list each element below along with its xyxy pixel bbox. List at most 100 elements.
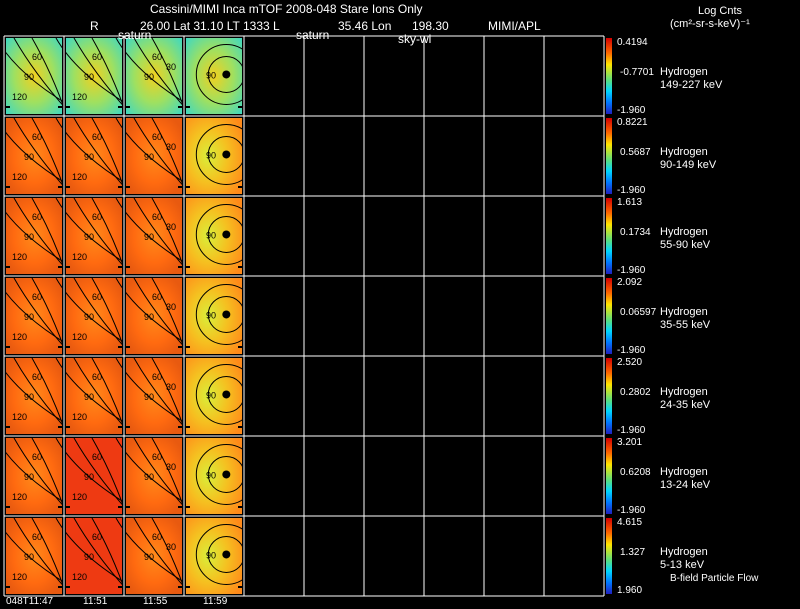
saturn-marker: [222, 390, 231, 399]
species-label: Hydrogen: [660, 546, 708, 558]
species-label: Hydrogen: [660, 226, 708, 238]
sky-image-tile: 60 90 120: [55, 37, 128, 117]
species-label: Hydrogen: [660, 146, 708, 158]
contour-label: 60: [32, 532, 42, 542]
saturn-marker: [222, 470, 231, 479]
sky-image-tile: 60 90 120: [55, 277, 128, 357]
contour-label: 120: [12, 572, 27, 582]
sky-image-tile: 60 90 120: [0, 197, 68, 277]
contour-label: 120: [12, 252, 27, 262]
contour-label: 60: [152, 52, 162, 62]
colorbar: [606, 118, 612, 194]
contour-label: 90: [24, 232, 34, 242]
contour-label: 120: [72, 252, 87, 262]
colorbar-mid: 1.327: [620, 547, 646, 558]
contour-label: 90: [206, 230, 216, 240]
subtitle-lon-value: 198.30: [412, 19, 449, 33]
colorbar-max: 1.613: [617, 197, 643, 208]
sky-image-tile: 60 90 120: [0, 277, 68, 357]
colorbar-min: -1.960: [617, 185, 646, 196]
colorbar-mid: 0.06597: [620, 307, 657, 318]
energy-label: 5-13 keV: [660, 559, 705, 571]
sky-image-tile: 60 90 30: [115, 437, 188, 517]
subtitle-coords: 26.00 Lat 31.10 LT 1333 L: [140, 19, 280, 33]
colorbar: [606, 358, 612, 434]
sky-image-tile: 60 90 30: [115, 37, 188, 117]
saturn-marker: [222, 150, 231, 159]
colorbar: [606, 518, 612, 594]
sky-image-tile: 90: [184, 198, 257, 274]
contour-label: 60: [92, 532, 102, 542]
contour-label: 60: [92, 372, 102, 382]
colorbar-mid: 0.6208: [620, 467, 651, 478]
contour-label: 60: [32, 452, 42, 462]
colorbar-mid: 0.1734: [620, 227, 651, 238]
contour-label: 120: [72, 412, 87, 422]
contour-label: 60: [32, 372, 42, 382]
colorbar: [606, 438, 612, 514]
sky-image-tile: 60 90 30: [115, 357, 188, 437]
contour-label: 90: [24, 392, 34, 402]
contour-label: 90: [144, 312, 154, 322]
subtitle-credit: MIMI/APL: [488, 19, 541, 33]
contour-label: 30: [166, 462, 176, 472]
contour-label: 90: [206, 310, 216, 320]
sky-image-tile: 90: [184, 358, 257, 434]
contour-label: 30: [166, 222, 176, 232]
contour-label: 120: [12, 492, 27, 502]
contour-label: 60: [152, 132, 162, 142]
footer-label: B-field Particle Flow: [670, 573, 759, 584]
contour-label: 90: [84, 232, 94, 242]
sky-image-tile: 60 90 30: [115, 197, 188, 277]
contour-label: 90: [144, 232, 154, 242]
sky-image-tile: 60 90 120: [0, 437, 68, 517]
species-label: Hydrogen: [660, 466, 708, 478]
energy-label: 55-90 keV: [660, 239, 711, 251]
contour-label: 60: [92, 52, 102, 62]
saturn-marker: [222, 310, 231, 319]
species-label: Hydrogen: [660, 306, 708, 318]
colorbar-units: (cm²-sr-s-keV)⁻¹: [670, 18, 750, 30]
colorbar-mid: 0.2802: [620, 387, 651, 398]
saturn-label: saturn: [118, 28, 152, 42]
subtitle-lon: 35.46 Lon: [338, 19, 392, 33]
colorbar-min: -1.960: [617, 265, 646, 276]
contour-label: 30: [166, 62, 176, 72]
colorbar-min: -1.960: [617, 345, 646, 356]
saturn-marker: [222, 70, 231, 79]
contour-label: 60: [152, 452, 162, 462]
saturn-label: saturn: [296, 28, 330, 42]
contour-label: 90: [24, 472, 34, 482]
contour-label: 120: [72, 92, 87, 102]
contour-label: 60: [92, 452, 102, 462]
contour-label: 90: [24, 552, 34, 562]
contour-label: 60: [152, 372, 162, 382]
contour-label: 120: [72, 172, 87, 182]
colorbar-max: 0.8221: [617, 117, 648, 128]
contour-label: 120: [72, 492, 87, 502]
contour-label: 90: [206, 150, 216, 160]
sky-image-tile: 60 90 120: [55, 117, 128, 197]
contour-label: 120: [72, 332, 87, 342]
sky-image-tile: 60 90 120: [55, 517, 128, 597]
colorbar-min: 1.960: [617, 585, 643, 596]
contour-label: 90: [206, 70, 216, 80]
contour-label: 120: [12, 92, 27, 102]
contour-label: 90: [24, 152, 34, 162]
colorbar-min: -1.960: [617, 505, 646, 516]
colorbar: [606, 278, 612, 354]
contour-label: 60: [32, 212, 42, 222]
contour-label: 60: [32, 132, 42, 142]
contour-label: 60: [92, 212, 102, 222]
contour-label: 120: [72, 572, 87, 582]
colorbar-max: 2.092: [617, 277, 643, 288]
colorbar-mid: -0.7701: [620, 67, 654, 78]
time-label: 048T11:47: [6, 596, 54, 607]
contour-label: 90: [206, 550, 216, 560]
contour-label: 90: [144, 152, 154, 162]
contour-label: 60: [32, 52, 42, 62]
contour-label: 60: [92, 132, 102, 142]
sky-image-tile: 90: [184, 278, 257, 354]
contour-label: 90: [84, 152, 94, 162]
contour-label: 120: [12, 172, 27, 182]
